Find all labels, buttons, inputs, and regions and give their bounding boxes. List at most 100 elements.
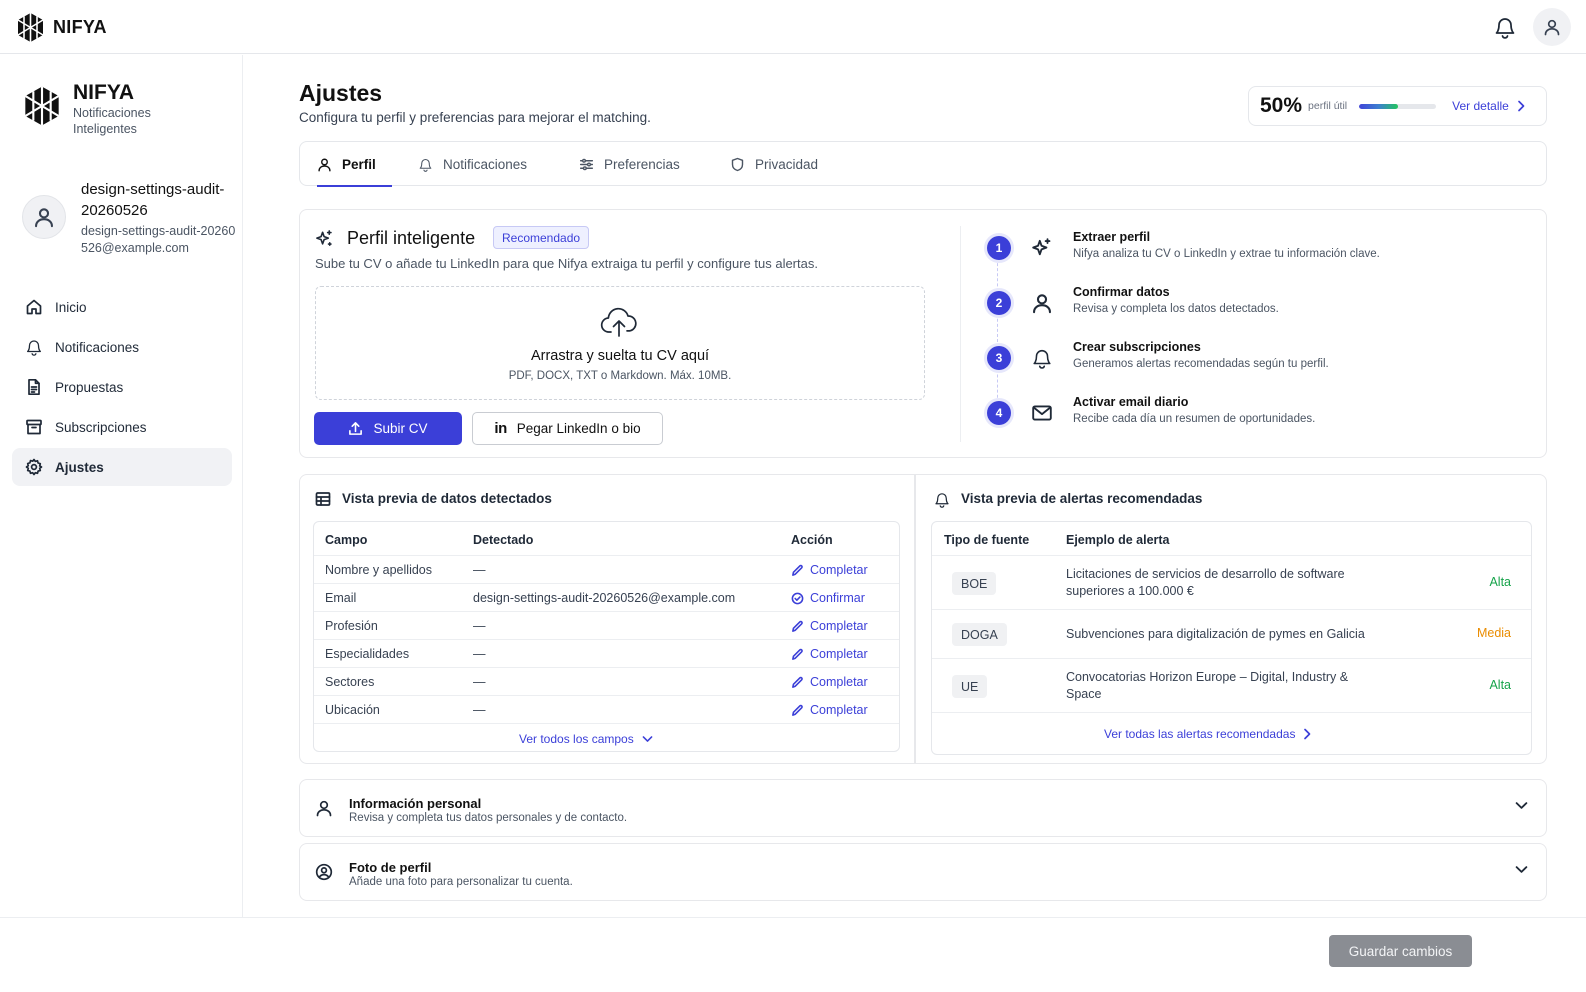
alert-example: Licitaciones de servicios de desarrollo … <box>1066 567 1345 598</box>
table-row: Profesión — Completar <box>314 611 899 639</box>
tab-perfil[interactable]: Perfil <box>317 142 392 187</box>
table-row: UE Convocatorias Horizon Europe – Digita… <box>932 658 1531 712</box>
archive-icon <box>25 418 43 436</box>
table-row: Nombre y apellidos — Completar <box>314 555 899 583</box>
completar-button[interactable]: Completar <box>791 619 868 633</box>
view-all-fields-link[interactable]: Ver todos los campos <box>519 732 653 746</box>
step-description: Recibe cada día un resumen de oportunida… <box>1073 413 1316 425</box>
steps-connector <box>997 258 998 423</box>
pencil-icon <box>791 704 804 717</box>
user-icon <box>1031 292 1053 314</box>
upload-cv-button[interactable]: Subir CV <box>314 412 462 445</box>
action-label: Completar <box>810 703 868 717</box>
priority-label: Alta <box>1489 575 1511 589</box>
sliders-icon <box>579 157 594 172</box>
column-header: Ejemplo de alerta <box>1066 533 1170 547</box>
utility-progress-bar <box>1359 103 1437 109</box>
table-icon <box>315 491 331 507</box>
step-description: Revisa y completa los datos detectados. <box>1073 303 1279 315</box>
sidebar-item-notificaciones[interactable]: Notificaciones <box>12 328 232 366</box>
sidebar-item-ajustes[interactable]: Ajustes <box>12 448 232 486</box>
sidebar-item-label: Inicio <box>55 299 87 315</box>
paste-linkedin-label: Pegar LinkedIn o bio <box>516 421 641 436</box>
step-description: Generamos alertas recomendadas según tu … <box>1073 358 1329 370</box>
cv-dropzone[interactable]: Arrastra y suelta tu CV aquí PDF, DOCX, … <box>315 286 925 400</box>
step-number: 4 <box>987 401 1011 425</box>
step-number: 3 <box>987 346 1011 370</box>
step-number: 1 <box>987 236 1011 260</box>
user-avatar[interactable] <box>1533 8 1571 46</box>
completar-button[interactable]: Completar <box>791 675 868 689</box>
table-row: Especialidades — Completar <box>314 639 899 667</box>
source-chip: DOGA <box>952 623 1007 646</box>
row-value: — <box>473 703 486 717</box>
view-all-alerts-label: Ver todas las alertas recomendadas <box>1104 727 1296 741</box>
detected-data-title: Vista previa de datos detectados <box>342 491 552 506</box>
sidebar-item-subscripciones[interactable]: Subscripciones <box>12 408 232 446</box>
column-header: Acción <box>791 533 833 547</box>
row-field: Especialidades <box>325 647 410 661</box>
sidebar-brand: NIFYA <box>73 81 135 104</box>
bell-icon <box>934 491 950 508</box>
sidebar-user-email: design-settings-audit-20260526@example.c… <box>81 224 236 255</box>
tab-notificaciones[interactable]: Notificaciones <box>418 142 527 186</box>
chevron-right-icon <box>1517 100 1525 112</box>
action-label: Completar <box>810 619 868 633</box>
user-icon <box>317 157 332 172</box>
bell-icon[interactable] <box>1494 15 1516 39</box>
utility-detail-label: Ver detalle <box>1452 99 1509 113</box>
recommended-badge: Recomendado <box>493 226 590 249</box>
table-row: BOE Licitaciones de servicios de desarro… <box>932 555 1531 609</box>
save-changes-button[interactable]: Guardar cambios <box>1329 935 1472 967</box>
top-logo[interactable]: NIFYA <box>17 12 107 43</box>
utility-percent: 50% <box>1260 94 1303 117</box>
dropzone-title: Arrastra y suelta tu CV aquí <box>530 348 710 364</box>
bell-icon <box>418 157 433 172</box>
row-value: — <box>473 647 486 661</box>
top-brand: NIFYA <box>53 17 107 37</box>
bell-icon <box>1031 347 1053 369</box>
action-label: Confirmar <box>810 591 865 605</box>
table-footer-row: Ver todos los campos <box>314 723 899 751</box>
view-all-alerts-link[interactable]: Ver todas las alertas recomendadas <box>1104 727 1311 741</box>
sidebar-item-inicio[interactable]: Inicio <box>12 288 232 326</box>
accordion-title: Información personal <box>349 796 482 811</box>
table-footer-row: Ver todas las alertas recomendadas <box>932 712 1531 754</box>
sidebar-item-label: Propuestas <box>55 379 124 395</box>
column-header: Campo <box>325 533 368 547</box>
tab-preferencias[interactable]: Preferencias <box>579 142 680 186</box>
tab-label: Privacidad <box>755 156 819 172</box>
row-field: Ubicación <box>325 703 380 717</box>
utility-progress-fill <box>1359 103 1398 109</box>
sidebar-item-propuestas[interactable]: Propuestas <box>12 368 232 406</box>
user-circle-icon <box>315 863 333 881</box>
row-field: Email <box>325 591 357 605</box>
pencil-icon <box>791 620 804 633</box>
accordion-informacion-personal[interactable]: Información personal Revisa y completa t… <box>299 779 1547 837</box>
profile-utility-widget: 50% perfil útil Ver detalle <box>1248 86 1547 126</box>
linkedin-icon: in <box>494 420 507 437</box>
tab-label: Notificaciones <box>443 156 528 172</box>
tab-privacidad[interactable]: Privacidad <box>730 142 818 186</box>
confirmar-button[interactable]: Confirmar <box>791 591 865 605</box>
sidebar-tagline: Notificaciones Inteligentes <box>73 106 151 136</box>
smart-profile-subtitle: Sube tu CV o añade tu LinkedIn para que … <box>315 256 818 271</box>
upload-icon <box>348 421 363 436</box>
utility-detail-link[interactable]: Ver detalle <box>1452 99 1525 113</box>
row-value: — <box>473 675 486 689</box>
paste-linkedin-button[interactable]: in Pegar LinkedIn o bio <box>472 412 663 445</box>
alert-example: Convocatorias Horizon Europe – Digital, … <box>1066 670 1349 701</box>
completar-button[interactable]: Completar <box>791 703 868 717</box>
completar-button[interactable]: Completar <box>791 563 868 577</box>
row-value: — <box>473 619 486 633</box>
row-value: — <box>473 563 486 577</box>
completar-button[interactable]: Completar <box>791 647 868 661</box>
utility-label: perfil útil <box>1308 100 1348 112</box>
sidebar-user-avatar[interactable] <box>22 195 66 239</box>
tab-label: Perfil <box>342 156 376 172</box>
card-divider <box>960 226 961 442</box>
chevron-down-icon <box>642 735 653 743</box>
chevron-down-icon <box>1515 801 1528 810</box>
accordion-foto-de-perfil[interactable]: Foto de perfil Añade una foto para perso… <box>299 843 1547 901</box>
dropzone-subtitle: PDF, DOCX, TXT o Markdown. Máx. 10MB. <box>508 370 732 382</box>
